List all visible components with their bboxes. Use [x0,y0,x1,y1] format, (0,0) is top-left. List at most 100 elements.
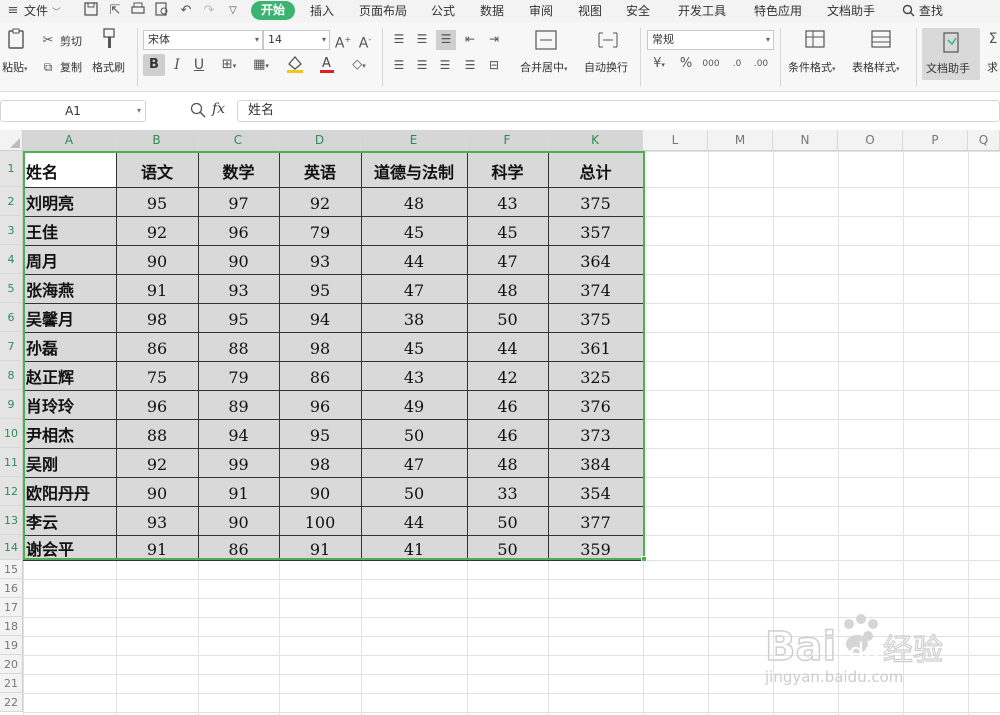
tab-data[interactable]: 数据 [480,3,504,19]
font-color-icon[interactable]: A [314,54,340,79]
score-cell[interactable]: 79 [198,362,279,390]
header-cell[interactable]: 姓名 [23,159,116,187]
score-cell[interactable]: 48 [467,275,548,303]
name-cell[interactable]: 吴馨月 [23,304,116,332]
column-header-k[interactable]: K [548,130,643,151]
header-cell[interactable]: 总计 [548,159,643,187]
score-cell[interactable]: 97 [198,188,279,216]
fill-handle[interactable] [641,556,647,562]
score-cell[interactable]: 45 [361,217,467,245]
align-left-icon[interactable]: ☰ [390,56,408,74]
sum-icon[interactable]: Σ [986,30,1000,48]
score-cell[interactable]: 95 [279,420,361,448]
border-icon[interactable]: ⊞▾ [216,56,242,75]
print-icon[interactable] [129,2,147,20]
tab-home[interactable]: 开始 [251,1,295,20]
distributed-align-icon[interactable]: ⊟ [484,56,504,74]
row-header-14[interactable]: 14 [0,535,23,560]
score-cell[interactable]: 357 [548,217,643,245]
score-cell[interactable]: 91 [198,478,279,506]
header-cell[interactable]: 语文 [116,159,198,187]
score-cell[interactable]: 98 [279,449,361,477]
score-cell[interactable]: 354 [548,478,643,506]
tab-view[interactable]: 视图 [578,3,602,19]
score-cell[interactable]: 377 [548,507,643,535]
score-cell[interactable]: 43 [361,362,467,390]
zoom-formula-icon[interactable] [190,102,206,121]
score-cell[interactable]: 50 [467,507,548,535]
header-cell[interactable]: 科学 [467,159,548,187]
name-cell[interactable]: 李云 [23,507,116,535]
score-cell[interactable]: 375 [548,188,643,216]
score-cell[interactable]: 44 [467,333,548,361]
italic-button[interactable]: I [170,56,184,74]
score-cell[interactable]: 96 [116,391,198,419]
row-header-21[interactable]: 21 [0,674,23,693]
score-cell[interactable]: 86 [279,362,361,390]
conditional-format-button[interactable]: 条件格式▾ [788,61,836,76]
score-cell[interactable]: 43 [467,188,548,216]
score-cell[interactable]: 373 [548,420,643,448]
copy-button[interactable]: 复制 [60,61,82,75]
row-header-4[interactable]: 4 [0,245,23,274]
font-size-select[interactable]: 14 ▾ [263,30,330,50]
score-cell[interactable]: 93 [279,246,361,274]
score-cell[interactable]: 95 [198,304,279,332]
align-bottom-icon[interactable]: ☰ [436,30,456,50]
justify-icon[interactable]: ☰ [460,56,480,74]
column-header-p[interactable]: P [903,130,968,151]
score-cell[interactable]: 94 [279,304,361,332]
score-cell[interactable]: 33 [467,478,548,506]
table-style-button[interactable]: 表格样式▾ [852,61,900,76]
tab-review[interactable]: 审阅 [529,3,553,19]
score-cell[interactable]: 92 [116,449,198,477]
score-cell[interactable]: 93 [116,507,198,535]
score-cell[interactable]: 92 [279,188,361,216]
align-center-icon[interactable]: ☰ [413,56,431,74]
score-cell[interactable]: 42 [467,362,548,390]
header-cell[interactable]: 数学 [198,159,279,187]
underline-button[interactable]: U [192,56,206,74]
row-header-15[interactable]: 15 [0,560,23,579]
name-cell[interactable]: 赵正辉 [23,362,116,390]
name-cell[interactable]: 周月 [23,246,116,274]
align-top-icon[interactable]: ☰ [390,30,408,48]
score-cell[interactable]: 49 [361,391,467,419]
column-header-b[interactable]: B [116,130,198,151]
increase-indent-icon[interactable]: ⇥ [484,30,504,48]
row-header-8[interactable]: 8 [0,361,23,390]
function-icon[interactable]: fx [212,101,225,117]
score-cell[interactable]: 50 [467,536,548,560]
decrease-indent-icon[interactable]: ⇤ [460,30,480,48]
name-cell[interactable]: 尹相杰 [23,420,116,448]
row-header-3[interactable]: 3 [0,216,23,245]
column-header-l[interactable]: L [643,130,708,151]
score-cell[interactable]: 364 [548,246,643,274]
score-cell[interactable]: 91 [116,275,198,303]
score-cell[interactable]: 98 [116,304,198,332]
row-header-10[interactable]: 10 [0,419,23,448]
merge-center-button[interactable]: 合并居中▾ [520,61,568,76]
export-icon[interactable]: ⇱ [106,2,124,20]
score-cell[interactable]: 96 [279,391,361,419]
formula-input[interactable]: 姓名 [237,100,1000,122]
score-cell[interactable]: 95 [279,275,361,303]
customize-quick-access-icon[interactable]: ▽ [224,2,242,20]
score-cell[interactable]: 92 [116,217,198,245]
paste-icon[interactable] [6,28,28,52]
score-cell[interactable]: 90 [116,246,198,274]
hamburger-menu-icon[interactable]: ≡ [4,2,22,20]
row-header-2[interactable]: 2 [0,187,23,216]
score-cell[interactable]: 44 [361,507,467,535]
score-cell[interactable]: 95 [116,188,198,216]
format-painter-button[interactable]: 格式刷 [92,61,125,75]
score-cell[interactable]: 374 [548,275,643,303]
tab-security[interactable]: 安全 [626,3,650,19]
row-header-9[interactable]: 9 [0,390,23,419]
cut-button[interactable]: 剪切 [60,35,82,49]
row-header-17[interactable]: 17 [0,598,23,617]
score-cell[interactable]: 96 [198,217,279,245]
score-cell[interactable]: 79 [279,217,361,245]
save-icon[interactable] [82,2,100,20]
row-header-6[interactable]: 6 [0,303,23,332]
